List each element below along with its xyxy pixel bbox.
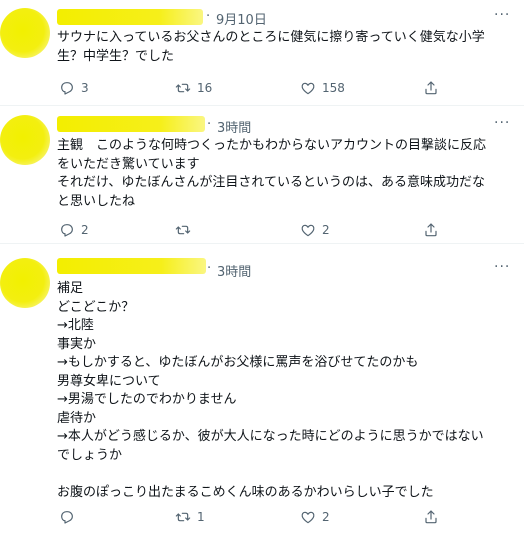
tweet-text: 主観 このような何時つくったかもわからないアカウントの目撃談に反応 をいただき驚… (57, 137, 512, 211)
masked-username (57, 9, 203, 25)
tweet-3[interactable]: · 3時間 ··· 補足 どこどこか？ →北陸 事実か →もしかすると、ゆたぼん… (0, 244, 524, 536)
share-icon (423, 222, 439, 238)
avatar[interactable] (0, 8, 50, 58)
reply-button[interactable]: 3 (59, 79, 89, 97)
tweet-1[interactable]: · 9月10日 ··· サウナに入っているお父さんのところに健気に擦り寄っていく… (0, 0, 524, 105)
tweet-2[interactable]: · 3時間 ··· 主観 このような何時つくったかもわからないアカウントの目撃談… (0, 106, 524, 243)
share-icon (423, 509, 439, 525)
timestamp[interactable]: 3時間 (217, 117, 251, 136)
like-icon (300, 222, 316, 238)
tweet-text-line: と思いしたね (57, 193, 136, 209)
tweet-text-line: 補足 (57, 281, 84, 296)
tweet-text-line: お腹のぽっこり出たまるこめくん味のあるかわいらしい子でした (57, 484, 434, 500)
tweet-text-line: →北陸 (57, 318, 94, 333)
like-icon (300, 80, 316, 96)
tweet-text-line: 生？中学生？でした (57, 48, 175, 64)
tweet-text-line: →男湯でしたのでわかりません (57, 392, 237, 407)
tweet-text-line: 事実か (57, 336, 97, 352)
retweet-icon (175, 80, 191, 96)
like-count: 2 (322, 510, 330, 524)
tweet-text-line: 男尊女卑について (57, 373, 161, 389)
separator-dot: · (207, 117, 212, 132)
masked-username (57, 258, 206, 274)
tweet-text-line: →本人がどう感じるか、彼が大人になった時にどのように思うかではない (57, 429, 484, 444)
tweet-text-line: →もしかすると、ゆたぼんがお父様に罵声を浴びせてたのかも (57, 355, 419, 370)
more-icon[interactable]: ··· (494, 7, 510, 23)
share-button[interactable] (423, 221, 439, 239)
tweet-text-line: どこどこか？ (57, 299, 135, 315)
share-button[interactable] (423, 79, 439, 97)
reply-icon (59, 80, 75, 96)
tweet-text-line: 主観 このような何時つくったかもわからないアカウントの目撃談に反応 (57, 138, 487, 153)
retweet-count: 1 (197, 510, 205, 524)
reply-button[interactable]: 2 (59, 221, 89, 239)
tweet-text: 補足 どこどこか？ →北陸 事実か →もしかすると、ゆたぼんがお父様に罵声を浴び… (57, 280, 512, 502)
separator-dot: · (206, 9, 211, 24)
tweet-text: サウナに入っているお父さんのところに健気に擦り寄っていく健気な小学 生？中学生？… (57, 29, 512, 66)
retweet-icon (175, 509, 191, 525)
retweet-button[interactable]: 1 (175, 508, 205, 526)
timestamp[interactable]: 3時間 (217, 261, 251, 280)
masked-username (57, 116, 205, 132)
retweet-count: 16 (197, 81, 213, 95)
share-icon (423, 80, 439, 96)
separator-dot: · (207, 261, 212, 276)
share-button[interactable] (423, 508, 439, 526)
reply-icon (59, 509, 75, 525)
timestamp[interactable]: 9月10日 (216, 9, 267, 28)
more-icon[interactable]: ··· (494, 115, 510, 131)
reply-icon (59, 222, 75, 238)
reply-count: 2 (81, 223, 89, 237)
like-icon (300, 509, 316, 525)
avatar[interactable] (0, 258, 50, 308)
retweet-icon (175, 222, 191, 238)
reply-button[interactable] (59, 508, 81, 526)
like-button[interactable]: 2 (300, 221, 330, 239)
like-count: 158 (322, 81, 345, 95)
tweet-text-line: それだけ、ゆたぼんさんが注目されているというのは、ある意味成功だな (57, 175, 485, 190)
like-button[interactable]: 2 (300, 508, 330, 526)
tweet-text-line: をいただき驚いています (57, 156, 200, 172)
like-button[interactable]: 158 (300, 79, 345, 97)
more-icon[interactable]: ··· (494, 259, 510, 275)
reply-count: 3 (81, 81, 89, 95)
avatar[interactable] (0, 115, 50, 165)
retweet-button[interactable] (175, 221, 197, 239)
tweet-text-line: サウナに入っているお父さんのところに健気に擦り寄っていく健気な小学 (57, 30, 485, 45)
tweet-text-line: 虐待か (57, 410, 97, 426)
retweet-button[interactable]: 16 (175, 79, 212, 97)
like-count: 2 (322, 223, 330, 237)
tweet-text-line: でしょうか (57, 447, 123, 463)
